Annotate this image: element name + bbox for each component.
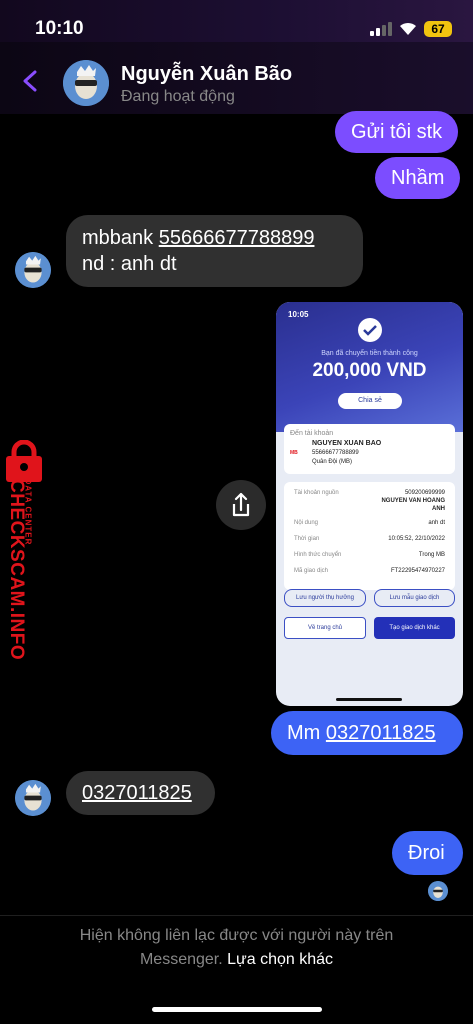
message-text: Gửi tôi stk [351, 121, 443, 143]
ape-avatar-icon [63, 60, 109, 106]
message-outgoing[interactable]: Mm 0327011825 [271, 711, 463, 755]
battery-indicator: 67 [424, 21, 452, 37]
message-outgoing[interactable]: Gửi tôi stk [335, 111, 459, 153]
detail-label: Tài khoản nguồn [294, 490, 339, 496]
message-outgoing[interactable]: Nhầm [375, 157, 461, 199]
back-chevron-icon[interactable] [22, 70, 38, 92]
detail-value: 509200699999 [404, 490, 445, 496]
contact-name[interactable]: Nguyễn Xuân Bão [121, 63, 292, 86]
detail-value: FT22295474970227 [390, 568, 445, 574]
home-indicator [152, 1007, 322, 1012]
message-text: nd : anh dt [82, 253, 177, 275]
conversation-header: Nguyễn Xuân Bão Đang hoạt động [0, 42, 473, 114]
detail-label: Nội dung [294, 520, 319, 526]
message-text: mbbank [82, 227, 159, 249]
receipt-share-button: Chia sẻ [338, 393, 402, 409]
seen-receipt-avatar [428, 881, 448, 901]
ape-avatar-icon [15, 252, 51, 288]
sender-avatar[interactable] [15, 780, 51, 816]
footer-notice-line2: Messenger. Lựa chọn khác [0, 951, 473, 969]
receipt-amount: 200,000 VND [312, 360, 427, 381]
detail-value: ANH [432, 506, 445, 512]
watermark-sub: DATA CENTER [23, 478, 33, 546]
home-button: Về trang chủ [284, 617, 366, 639]
footer-divider [0, 915, 473, 916]
transfer-receipt-image[interactable]: 10:05 Bạn đã chuyển tiền thành công 200,… [276, 302, 463, 706]
share-icon [232, 492, 250, 517]
detail-value: NGUYEN VAN HOANG [381, 498, 445, 504]
message-incoming[interactable]: mbbank 55666677788899 nd : anh dt [66, 215, 363, 287]
detail-value: 10:05:52, 22/10/2022 [388, 536, 445, 542]
receipt-header: 10:05 Bạn đã chuyển tiền thành công 200,… [276, 302, 463, 432]
ape-avatar-icon [15, 780, 51, 816]
presence-status: Đang hoạt động [121, 88, 235, 105]
share-button[interactable] [216, 480, 266, 530]
status-time: 10:10 [35, 18, 84, 39]
checkscam-watermark: CHECKSCAM.INFO DATA CENTER [4, 439, 52, 665]
detail-value: Trong MB [418, 552, 445, 558]
bank-badge: MB [290, 450, 298, 456]
signal-icon [370, 22, 392, 36]
receipt-title: Bạn đã chuyển tiền thành công [321, 350, 418, 357]
recipient-label: Đến tài khoản [290, 430, 334, 437]
wifi-icon [400, 22, 416, 35]
phone-number-link[interactable]: 0327011825 [82, 782, 192, 804]
detail-value: anh dt [428, 520, 445, 526]
footer-notice: Hiện không liên lạc được với người này t… [79, 927, 394, 944]
receipt-home-indicator [336, 698, 402, 701]
more-options-link[interactable]: Lựa chọn khác [227, 951, 333, 968]
phone-number-link[interactable]: 0327011825 [326, 722, 436, 744]
recipient-account: 55666677788899 [312, 450, 359, 456]
message-incoming[interactable]: 0327011825 [66, 771, 215, 815]
sender-avatar[interactable] [15, 252, 51, 288]
message-outgoing[interactable]: Đroi [392, 831, 463, 875]
message-text: Đroi [408, 842, 445, 864]
details-card: Tài khoản nguồn 509200699999 NGUYEN VAN H… [284, 482, 455, 590]
ape-avatar-icon [428, 881, 448, 901]
contact-avatar[interactable] [63, 60, 109, 106]
success-check-icon [358, 318, 382, 342]
detail-label: Hình thức chuyển [294, 552, 342, 558]
save-template-button: Lưu mẫu giao dịch [374, 589, 455, 607]
account-number-link[interactable]: 55666677788899 [159, 227, 315, 249]
recipient-card: Đến tài khoản MB NGUYEN XUAN BAO 5566667… [284, 424, 455, 474]
recipient-name: NGUYEN XUAN BAO [312, 440, 382, 447]
footer-text: Messenger. [139, 951, 228, 968]
detail-label: Thời gian [294, 536, 320, 542]
recipient-bank: Quân Đội (MB) [312, 459, 353, 465]
new-transaction-button: Tạo giao dịch khác [374, 617, 455, 639]
receipt-status-time: 10:05 [288, 310, 309, 319]
message-text: Nhầm [391, 167, 445, 189]
detail-label: Mã giao dịch [294, 568, 329, 574]
message-text: Mm [287, 722, 326, 744]
save-recipient-button: Lưu người thụ hưởng [284, 589, 366, 607]
